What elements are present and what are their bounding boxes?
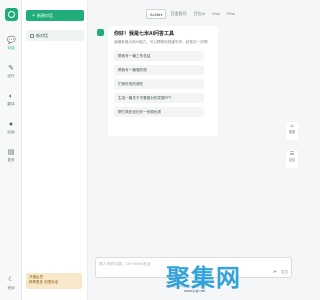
translate-icon: ◐ <box>8 93 14 100</box>
model-tab[interactable]: Plus <box>224 9 238 19</box>
session-title: 新对话 <box>36 33 48 38</box>
chat-bubble-icon <box>30 33 34 38</box>
model-tab[interactable]: 百度智问 <box>167 9 189 19</box>
rail-label: 创作 <box>7 74 15 78</box>
rail-label: 对话 <box>7 46 15 50</box>
theme-toggle-label: 夜间 <box>7 286 15 290</box>
suggestion-chip[interactable]: 帮我写一篇工作总结 <box>114 51 204 61</box>
send-icon[interactable]: ➤ <box>273 269 277 275</box>
greeting-title: 你好！我是七米AI问答工具 <box>114 31 175 37</box>
float-label: 反馈 <box>288 158 296 162</box>
suggestion-chip[interactable]: 帮我写一篇落的规 <box>114 65 204 75</box>
feedback-button[interactable]: ☰ 反馈 <box>286 150 298 168</box>
send-button-label[interactable]: 发送 <box>281 270 288 275</box>
suggestion-chip[interactable]: 们例外的的请托 <box>114 79 204 89</box>
feather-icon: ✎ <box>8 65 14 72</box>
suggestion-chip[interactable]: 生成一篇关于不要做对的发展PPT <box>114 93 204 103</box>
chat-main: AI-Mini 百度智问 豆包AI Kimi Plus 你好！我是七米AI问答工… <box>88 0 300 300</box>
plus-icon: + <box>32 13 35 19</box>
message-input[interactable] <box>99 261 249 267</box>
message-composer: ➤ 发送 <box>95 257 292 278</box>
greeting-message: 你好！我是七米AI问答工具 我拥有强大的AI能力，可以帮助你快速写作，赶快试一试… <box>108 26 218 136</box>
app-logo[interactable] <box>5 8 18 21</box>
feedback-icon: ☰ <box>289 151 295 157</box>
upgrade-banner[interactable]: 开通会员 畅享更多 无限对话 <box>26 273 82 289</box>
rail-item-chat[interactable]: 💬 对话 <box>0 36 22 58</box>
chat-icon: 💬 <box>7 37 16 44</box>
rail-item-paint[interactable]: ● 绘画 <box>0 120 22 142</box>
service-icon: ☺ <box>289 123 295 129</box>
moon-icon[interactable]: ☾ <box>5 276 17 283</box>
model-tab[interactable]: AI-Mini <box>146 9 167 19</box>
rail-item-more[interactable]: ▤ 更多 <box>0 148 22 170</box>
grid-icon: ▤ <box>7 149 15 156</box>
new-chat-button[interactable]: + 新建对话 <box>26 10 84 21</box>
bot-avatar <box>97 29 104 36</box>
rail-item-translate[interactable]: ◐ 翻译 <box>0 92 22 114</box>
suggestion-chip[interactable]: 帮忙简历优化作一份原优质 <box>114 107 204 117</box>
disclaimer: 此内容由AI生成，仅供参考 <box>166 284 207 288</box>
customer-service-button[interactable]: ☺ 客服 <box>286 122 298 140</box>
float-label: 客服 <box>288 130 296 134</box>
greeting-desc: 我拥有强大的AI能力，可以帮助你快速写作，赶快试一试吧! <box>114 40 209 44</box>
paint-icon: ● <box>8 121 14 128</box>
nav-rail: 💬 对话 ✎ 创作 ◐ 翻译 ● 绘画 ▤ 更多 ☾ 夜间 <box>0 0 22 300</box>
rail-item-write[interactable]: ✎ 创作 <box>0 64 22 86</box>
new-chat-label: 新建对话 <box>36 13 53 18</box>
rail-label: 翻译 <box>7 102 15 106</box>
model-tab[interactable]: Kimi <box>209 9 223 19</box>
session-item[interactable]: 新对话 <box>26 30 84 41</box>
model-tabs: AI-Mini 百度智问 豆包AI Kimi Plus <box>146 9 238 19</box>
rail-label: 更多 <box>7 158 15 162</box>
model-tab[interactable]: 豆包AI <box>190 9 208 19</box>
session-sidebar: + 新建对话 新对话 开通会员 畅享更多 无限对话 <box>22 0 88 300</box>
upgrade-desc: 畅享更多 无限对话 <box>29 280 58 284</box>
rail-label: 绘画 <box>7 130 15 134</box>
